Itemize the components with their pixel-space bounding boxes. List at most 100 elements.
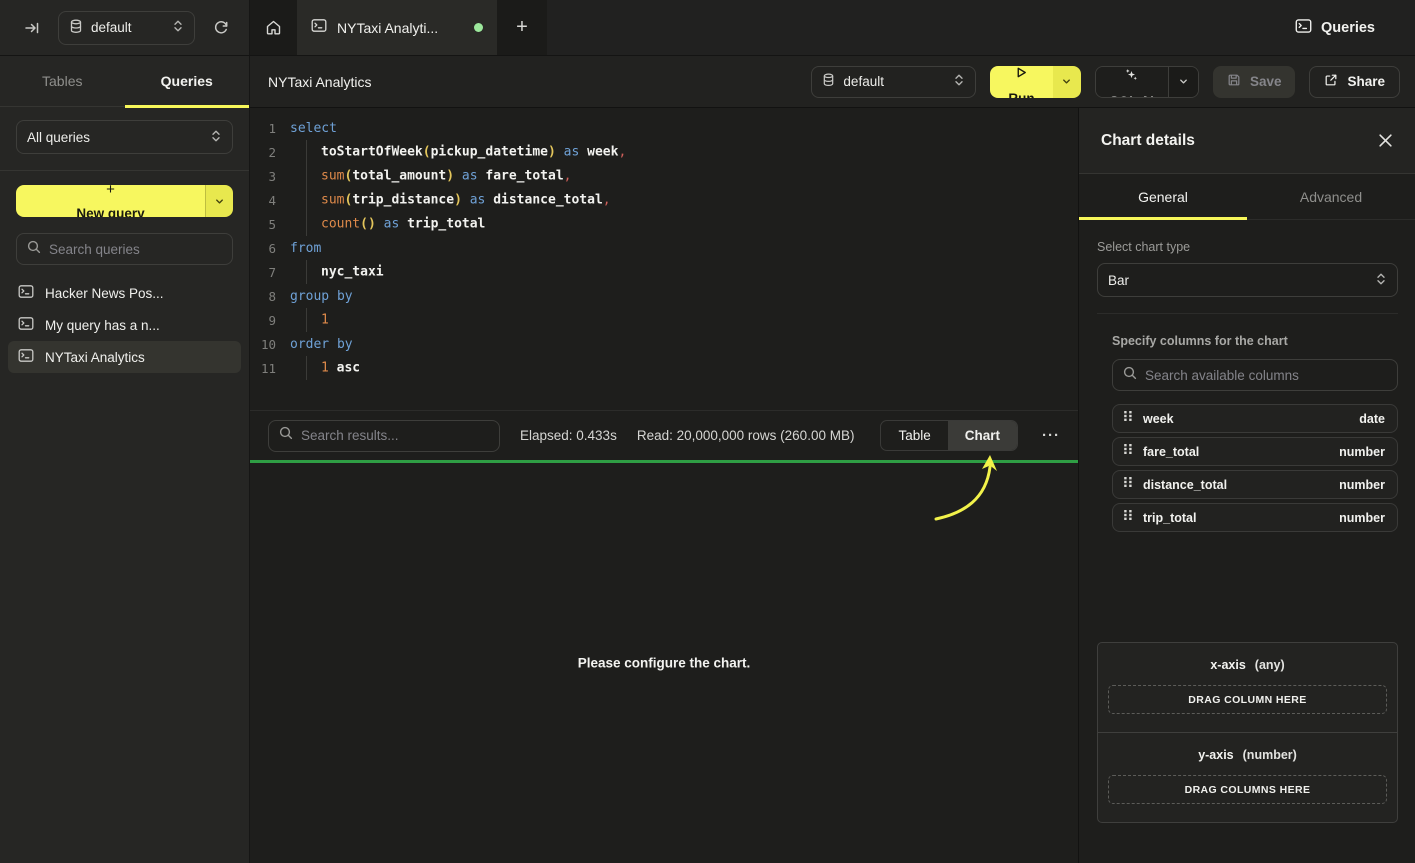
new-query-button[interactable]: + New query — [16, 185, 205, 217]
column-pill-week[interactable]: weekdate — [1112, 404, 1398, 433]
queries-menu-button[interactable]: Queries — [1295, 0, 1415, 55]
drag-handle-icon — [1122, 508, 1134, 527]
run-label: Run — [1008, 91, 1034, 98]
column-type: number — [1339, 478, 1385, 492]
view-toggle: TableChart — [880, 420, 1018, 451]
code-line: 7nyc_taxi — [250, 260, 1078, 284]
query-list-item[interactable]: My query has a n... — [8, 309, 241, 341]
toolbar-database-selector[interactable]: default — [811, 66, 976, 98]
view-toggle-chart[interactable]: Chart — [948, 421, 1017, 450]
x-axis-label: x-axis — [1210, 658, 1245, 672]
drag-handle-icon — [1122, 442, 1134, 461]
plus-icon: + — [106, 185, 115, 198]
unsaved-changes-dot — [474, 23, 483, 32]
run-button[interactable]: Run — [990, 66, 1052, 98]
sidebar-tab-queries[interactable]: Queries — [125, 56, 250, 106]
run-dropdown-button[interactable] — [1053, 66, 1081, 98]
code-line: 2toStartOfWeek(pickup_datetime) as week, — [250, 140, 1078, 164]
line-number: 5 — [250, 217, 276, 232]
query-filter-select[interactable]: All queries — [16, 120, 233, 154]
home-tab[interactable] — [250, 0, 297, 55]
column-pill-fare_total[interactable]: fare_totalnumber — [1112, 437, 1398, 466]
annotation-arrow — [926, 451, 1016, 531]
elapsed-stat: Elapsed: 0.433s — [520, 428, 617, 443]
query-list: Hacker News Pos... My query has a n... NYT… — [0, 275, 249, 375]
new-tab-button[interactable]: + — [497, 0, 547, 55]
search-queries-field[interactable] — [16, 233, 233, 265]
refresh-icon[interactable] — [207, 14, 235, 42]
play-icon — [1015, 66, 1028, 82]
drag-handle-icon — [1122, 409, 1134, 428]
axes-config-box: x-axis (any) DRAG COLUMN HERE y-axis (nu… — [1097, 642, 1398, 823]
database-icon — [69, 19, 83, 37]
sql-ai-label: SQL AI — [1110, 94, 1154, 98]
sql-ai-dropdown-button[interactable] — [1168, 67, 1198, 97]
terminal-icon — [18, 284, 34, 302]
query-item-label: NYTaxi Analytics — [45, 350, 145, 365]
database-selector[interactable]: default — [58, 11, 195, 45]
panel-tab-advanced[interactable]: Advanced — [1247, 174, 1415, 219]
share-label: Share — [1347, 74, 1385, 89]
query-list-item[interactable]: Hacker News Pos... — [8, 277, 241, 309]
close-icon[interactable] — [1378, 133, 1393, 148]
chart-type-value: Bar — [1108, 273, 1129, 288]
terminal-icon — [1295, 18, 1312, 38]
query-item-label: Hacker News Pos... — [45, 286, 164, 301]
line-number: 10 — [250, 337, 276, 352]
chart-type-label: Select chart type — [1097, 240, 1398, 254]
line-number: 2 — [250, 145, 276, 160]
line-number: 4 — [250, 193, 276, 208]
column-pill-distance_total[interactable]: distance_totalnumber — [1112, 470, 1398, 499]
chevron-updown-icon — [172, 19, 184, 36]
view-toggle-table[interactable]: Table — [881, 421, 947, 450]
toolbar-database-value: default — [843, 74, 884, 89]
more-options-button[interactable]: ··· — [1038, 427, 1064, 444]
query-workspace: 1select2toStartOfWeek(pickup_datetime) a… — [250, 108, 1078, 863]
search-results-input[interactable] — [301, 428, 489, 443]
share-button[interactable]: Share — [1309, 66, 1400, 98]
panel-title: Chart details — [1101, 132, 1195, 150]
save-icon — [1227, 73, 1241, 90]
query-title: NYTaxi Analytics — [268, 74, 371, 90]
search-columns-field[interactable] — [1112, 359, 1398, 391]
tab-strip: NYTaxi Analyti... + — [250, 0, 547, 55]
y-axis-section: y-axis (number) DRAG COLUMNS HERE — [1098, 732, 1397, 822]
search-columns-input[interactable] — [1145, 368, 1387, 383]
panel-tab-general[interactable]: General — [1079, 174, 1247, 219]
x-axis-drop-zone[interactable]: DRAG COLUMN HERE — [1108, 685, 1387, 714]
columns-label: Specify columns for the chart — [1112, 334, 1398, 348]
chart-type-select[interactable]: Bar — [1097, 263, 1398, 297]
column-type: date — [1359, 412, 1385, 426]
query-item-label: My query has a n... — [45, 318, 160, 333]
chevron-updown-icon — [1375, 272, 1387, 289]
rows-read-stat: Read: 20,000,000 rows (260.00 MB) — [637, 428, 855, 443]
column-type: number — [1339, 511, 1385, 525]
new-query-dropdown-button[interactable] — [205, 185, 233, 217]
column-name: trip_total — [1143, 511, 1196, 525]
save-button[interactable]: Save — [1213, 66, 1296, 98]
database-selector-value: default — [91, 20, 132, 35]
chart-details-panel: Chart details GeneralAdvanced Select cha… — [1078, 108, 1415, 863]
x-axis-type-hint: (any) — [1255, 658, 1285, 672]
sidebar-tab-tables[interactable]: Tables — [0, 56, 125, 106]
collapse-sidebar-icon[interactable] — [18, 14, 46, 42]
queries-menu-label: Queries — [1321, 20, 1375, 36]
y-axis-drop-zone[interactable]: DRAG COLUMNS HERE — [1108, 775, 1387, 804]
y-axis-label: y-axis — [1198, 748, 1233, 762]
query-filter-value: All queries — [27, 130, 90, 145]
search-icon — [27, 240, 41, 259]
sql-ai-button[interactable]: SQL AI — [1096, 67, 1168, 97]
code-line: 5count() as trip_total — [250, 212, 1078, 236]
search-results-field[interactable] — [268, 420, 500, 452]
code-line: 111 asc — [250, 356, 1078, 380]
query-list-item[interactable]: NYTaxi Analytics — [8, 341, 241, 373]
sql-editor[interactable]: 1select2toStartOfWeek(pickup_datetime) a… — [250, 108, 1078, 410]
sql-console-app: default NYTaxi Analyti... + — [0, 0, 1415, 863]
code-line: 8group by — [250, 284, 1078, 308]
tab-nytaxi-analytics[interactable]: NYTaxi Analyti... — [297, 0, 497, 55]
search-queries-input[interactable] — [49, 242, 222, 257]
new-query-label: New query — [76, 206, 144, 217]
line-number: 1 — [250, 121, 276, 136]
column-pill-trip_total[interactable]: trip_total number — [1112, 503, 1398, 532]
code-line: 6from — [250, 236, 1078, 260]
